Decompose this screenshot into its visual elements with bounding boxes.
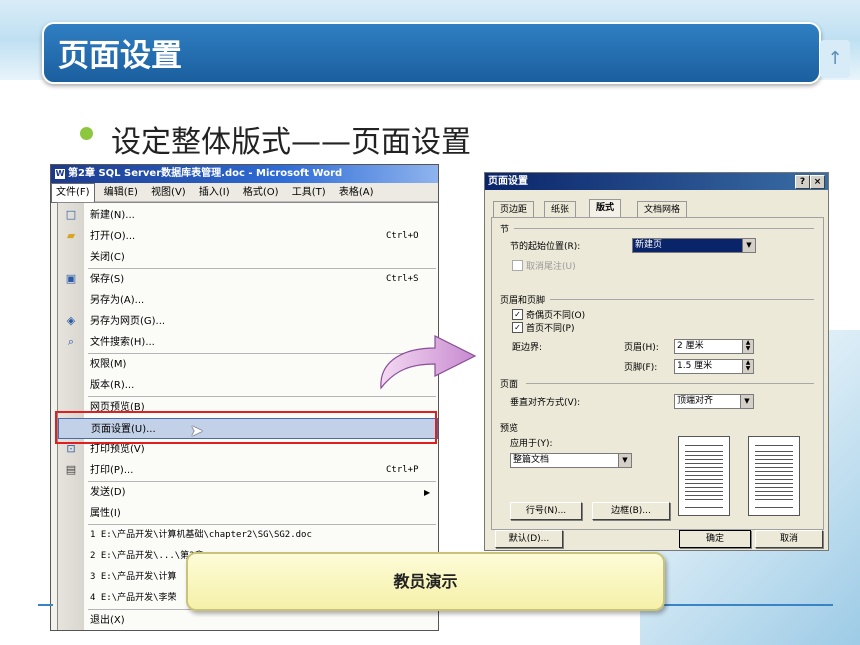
preview-page-right: [748, 436, 800, 516]
suppress-endnotes-checkbox[interactable]: [512, 260, 523, 271]
first-page-label: 首页不同(P): [526, 324, 575, 334]
header-footer-group-label: 页眉和页脚: [500, 296, 546, 306]
mouse-pointer-icon: ➤: [190, 421, 204, 440]
footer-distance-input[interactable]: 1.5 厘米 ▲ ▼: [674, 359, 754, 374]
menu-format[interactable]: 格式(O): [239, 184, 283, 202]
borders-button[interactable]: 边框(B)...: [592, 502, 670, 520]
first-page-checkbox[interactable]: ✓: [512, 322, 523, 333]
teacher-demo-button[interactable]: 教员演示: [186, 552, 665, 611]
section-group-label: 节: [500, 225, 510, 235]
search-icon: ⌕: [67, 335, 75, 348]
close-button[interactable]: ×: [810, 175, 825, 189]
line-numbers-button[interactable]: 行号(N)...: [510, 502, 582, 520]
menu-item-save[interactable]: ▣ 保存(S) Ctrl+S: [58, 269, 438, 290]
odd-even-checkbox[interactable]: ✓: [512, 309, 523, 320]
page-setup-dialog: 页面设置 ? × 页边距 纸张 版式 文档网格 节 节的起始位置(R): 新建页…: [484, 172, 829, 551]
web-page-icon: ◈: [66, 314, 76, 327]
group-divider: [526, 383, 814, 384]
odd-even-label: 奇偶页不同(O): [526, 311, 586, 321]
menu-item-print[interactable]: ▤ 打印(P)... Ctrl+P: [58, 460, 438, 481]
section-start-label: 节的起始位置(R):: [510, 242, 581, 252]
spinner-icon[interactable]: ▲ ▼: [742, 360, 753, 373]
menu-item-new[interactable]: □ 新建(N)...: [58, 205, 438, 226]
preview-page-left: [678, 436, 730, 516]
chevron-down-icon: ▼: [742, 239, 755, 252]
new-document-icon: □: [65, 208, 77, 221]
suppress-endnotes-label: 取消尾注(U): [526, 262, 576, 272]
cancel-button[interactable]: 取消: [755, 530, 823, 548]
menu-item-save-as-web[interactable]: ◈ 另存为网页(G)...: [58, 311, 438, 332]
default-button[interactable]: 默认(D)...: [495, 530, 563, 548]
menu-item-close[interactable]: 关闭(C): [58, 247, 438, 268]
menu-item-save-as[interactable]: 另存为(A)...: [58, 290, 438, 311]
vertical-alignment-label: 垂直对齐方式(V):: [510, 398, 581, 408]
vertical-alignment-select[interactable]: 顶端对齐 ▼: [674, 394, 754, 409]
menu-item-open[interactable]: ▰ 打开(O)... Ctrl+O: [58, 226, 438, 247]
word-window-title: 第2章 SQL Server数据库表管理.doc - Microsoft Wor…: [68, 168, 343, 179]
preview-group-label: 预览: [500, 424, 519, 434]
curved-arrow-icon: [380, 335, 477, 390]
apply-to-label: 应用于(Y):: [510, 439, 553, 449]
slide-title: 页面设置: [58, 38, 182, 74]
footer-line: [38, 604, 53, 606]
page-group-label: 页面: [500, 380, 519, 390]
layout-tab-panel: 节 节的起始位置(R): 新建页 ▼ 取消尾注(U) 页眉和页脚 ✓ 奇偶页不同…: [491, 217, 824, 530]
menu-item-send-to[interactable]: 发送(D) ▶: [58, 482, 438, 503]
spinner-icon[interactable]: ▲ ▼: [742, 340, 753, 353]
footer-line: [661, 604, 833, 606]
tab-layout[interactable]: 版式: [589, 199, 622, 218]
teacher-demo-label: 教员演示: [393, 572, 458, 591]
dialog-title-bar: 页面设置 ? ×: [485, 173, 828, 190]
menu-file[interactable]: 文件(F): [51, 183, 95, 203]
header-distance-label: 页眉(H):: [624, 343, 659, 353]
up-arrow-icon[interactable]: ↑: [820, 40, 850, 78]
header-distance-input[interactable]: 2 厘米 ▲ ▼: [674, 339, 754, 354]
menu-tools[interactable]: 工具(T): [288, 184, 330, 202]
tab-margins[interactable]: 页边距: [493, 201, 535, 218]
dialog-title: 页面设置: [488, 176, 528, 187]
menu-view[interactable]: 视图(V): [147, 184, 190, 202]
menu-item-exit[interactable]: 退出(X): [58, 610, 438, 630]
from-edge-label: 距边界:: [512, 343, 543, 353]
save-disk-icon: ▣: [65, 272, 77, 285]
slide-title-bar: 页面设置: [42, 22, 821, 84]
menu-edit[interactable]: 编辑(E): [100, 184, 142, 202]
group-divider: [514, 228, 814, 229]
word-menubar: 文件(F) 编辑(E) 视图(V) 插入(I) 格式(O) 工具(T) 表格(A…: [51, 183, 438, 203]
print-preview-icon: ⊡: [66, 442, 76, 455]
menu-item-recent-1[interactable]: 1 E:\产品开发\计算机基础\chapter2\SG\SG2.doc: [58, 525, 438, 546]
tab-paper[interactable]: 纸张: [544, 201, 577, 218]
section-start-select[interactable]: 新建页 ▼: [632, 238, 756, 253]
chevron-down-icon: ▼: [740, 395, 753, 408]
chevron-down-icon: ▼: [618, 454, 631, 467]
menu-insert[interactable]: 插入(I): [195, 184, 234, 202]
word-title-bar: W 第2章 SQL Server数据库表管理.doc - Microsoft Wo…: [51, 165, 438, 183]
highlight-box: [55, 411, 437, 444]
help-button[interactable]: ?: [795, 175, 810, 189]
tab-document-grid[interactable]: 文档网格: [637, 201, 688, 218]
footer-distance-label: 页脚(F):: [624, 363, 658, 373]
word-app-icon: W: [55, 169, 65, 179]
submenu-arrow-icon: ▶: [424, 488, 431, 497]
menu-table[interactable]: 表格(A): [335, 184, 378, 202]
printer-icon: ▤: [65, 463, 77, 476]
bullet-icon: [80, 127, 93, 140]
menu-item-properties[interactable]: 属性(I): [58, 503, 438, 524]
bullet-text: 设定整体版式——页面设置: [111, 125, 471, 160]
apply-to-select[interactable]: 整篇文档 ▼: [510, 453, 632, 468]
open-folder-icon: ▰: [66, 229, 76, 242]
ok-button[interactable]: 确定: [679, 530, 751, 548]
group-divider: [550, 299, 814, 300]
